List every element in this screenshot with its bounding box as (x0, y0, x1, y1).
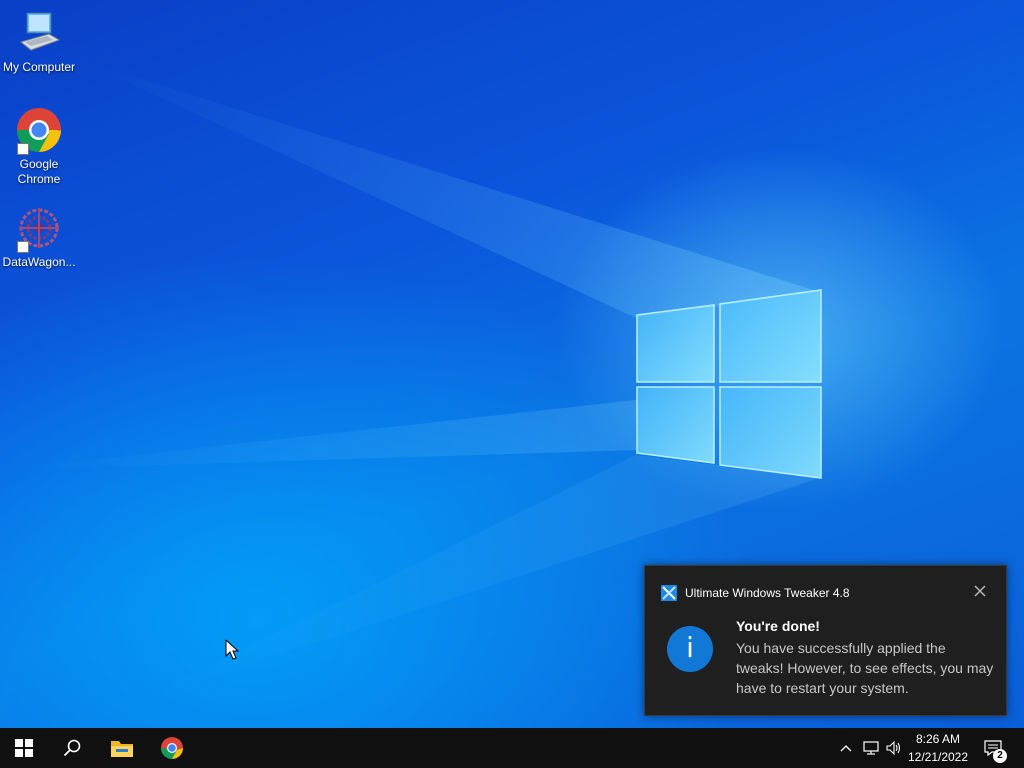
toast-notification[interactable]: Ultimate Windows Tweaker 4.8 i You're do… (644, 565, 1007, 716)
chrome-icon (15, 107, 63, 155)
computer-icon (15, 10, 63, 58)
start-icon (15, 739, 33, 757)
clock-date[interactable]: 12/21/2022 (906, 750, 970, 764)
desktop-icon-datawagon[interactable]: DataWagon... (0, 205, 78, 270)
taskbar: 8:26 AM 12/21/2022 (0, 728, 1024, 768)
shortcut-arrow-icon (17, 143, 29, 155)
volume-button[interactable] (883, 728, 905, 768)
toast-body: You have successfully applied the tweaks… (736, 640, 994, 696)
search-button[interactable] (48, 728, 96, 768)
clock-time[interactable]: 8:26 AM (906, 732, 970, 746)
start-button[interactable] (0, 728, 48, 768)
show-hidden-icons-button[interactable] (836, 728, 856, 768)
mouse-cursor-icon (225, 639, 239, 660)
desktop-icon-label: Google Chrome (17, 157, 61, 186)
network-icon (863, 741, 879, 755)
close-icon[interactable] (972, 583, 988, 599)
info-glyph: i (686, 631, 694, 664)
chrome-taskbar-button[interactable] (148, 728, 196, 768)
info-icon: i (667, 626, 713, 672)
volume-icon (886, 741, 901, 755)
desktop-icon-label: DataWagon... (2, 255, 76, 269)
network-button[interactable] (860, 728, 882, 768)
notification-count-badge: 2 (993, 749, 1007, 763)
chrome-icon (161, 737, 183, 759)
datawagon-icon (15, 205, 63, 253)
chevron-up-icon (840, 745, 852, 752)
toast-title: You're done! (736, 618, 820, 634)
toast-app-name: Ultimate Windows Tweaker 4.8 (685, 586, 850, 600)
desktop-icon-label: My Computer (2, 60, 76, 74)
tweaker-app-icon (661, 585, 677, 601)
desktop-icon-google-chrome[interactable]: Google Chrome (0, 107, 78, 187)
toast-header: Ultimate Windows Tweaker 4.8 (661, 584, 850, 602)
shortcut-arrow-icon (17, 241, 29, 253)
file-explorer-button[interactable] (98, 728, 146, 768)
file-explorer-icon (111, 741, 133, 757)
search-icon (63, 739, 81, 757)
desktop-icon-my-computer[interactable]: My Computer (0, 10, 78, 75)
